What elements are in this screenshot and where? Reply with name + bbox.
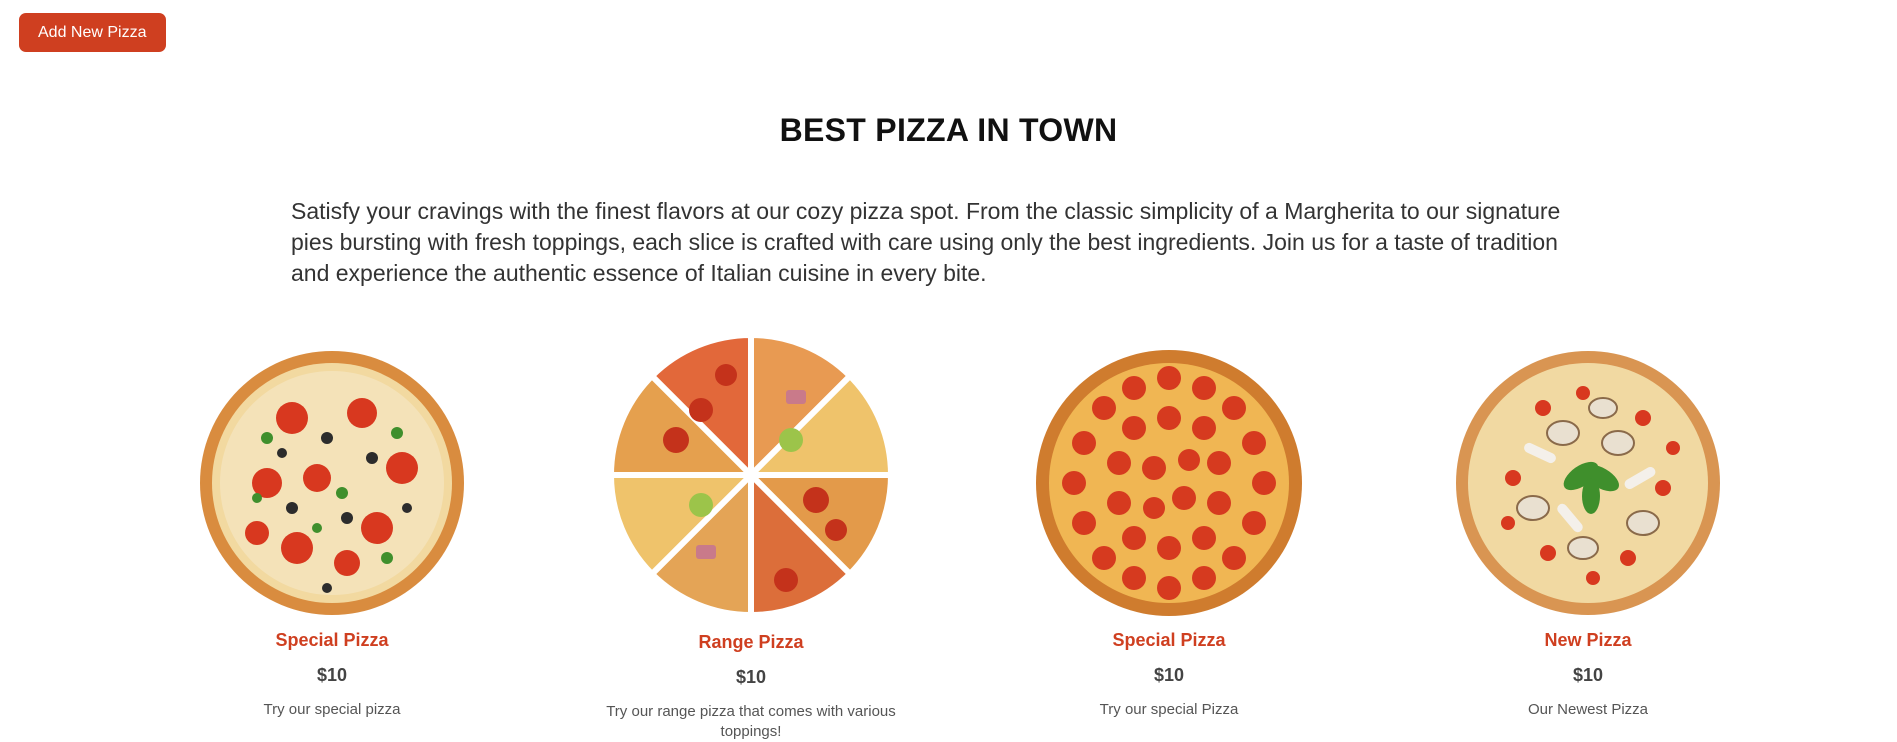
toolbar: Add New Pizza bbox=[19, 13, 166, 52]
pizza-name: Special Pizza bbox=[275, 630, 389, 650]
pizza-price: $10 bbox=[1572, 665, 1604, 685]
pizza-name: New Pizza bbox=[1544, 630, 1632, 650]
pizza-price: $10 bbox=[1153, 665, 1185, 685]
sliced-mixed-pizza-image bbox=[607, 331, 895, 619]
pizza-card: Range Pizza $10 Try our range pizza that… bbox=[591, 330, 911, 742]
pizza-card: Special Pizza $10 Try our special Pizza bbox=[1009, 348, 1329, 720]
pizza-name: Special Pizza bbox=[1112, 630, 1226, 650]
pizza-card: New Pizza $10 Our Newest Pizza bbox=[1428, 348, 1748, 720]
pizza-name: Range Pizza bbox=[698, 632, 804, 652]
pepperoni-pizza-image bbox=[1036, 350, 1302, 616]
intro-paragraph: Satisfy your cravings with the finest fl… bbox=[291, 198, 1561, 286]
mushroom-pizza-image bbox=[1456, 351, 1720, 615]
pizza-price: $10 bbox=[316, 665, 348, 685]
page-title: BEST PIZZA IN TOWN bbox=[779, 112, 1118, 148]
pizza-description: Our Newest Pizza bbox=[1527, 701, 1649, 718]
pizza-price: $10 bbox=[735, 667, 767, 687]
add-new-pizza-button[interactable]: Add New Pizza bbox=[19, 13, 166, 52]
veggie-pizza-image bbox=[200, 351, 464, 615]
pizza-description: Try our special pizza bbox=[263, 701, 401, 718]
pizza-card: Special Pizza $10 Try our special pizza bbox=[172, 348, 492, 720]
pizza-description: Try our special Pizza bbox=[1099, 701, 1239, 718]
pizza-description: Try our range pizza that comes with vari… bbox=[606, 703, 896, 740]
